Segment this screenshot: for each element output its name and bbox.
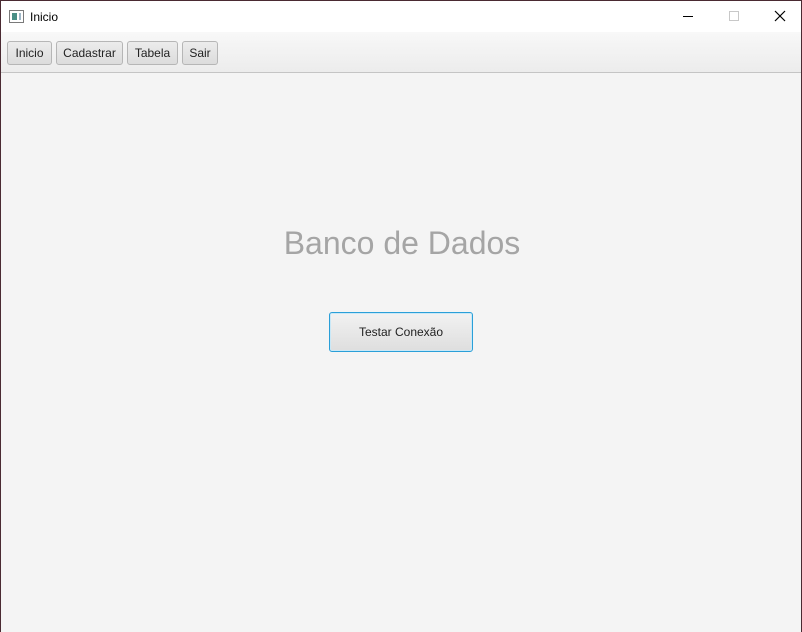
sair-button[interactable]: Sair bbox=[182, 41, 218, 65]
main-content: Banco de Dados Testar Conexão bbox=[1, 73, 801, 632]
minimize-icon bbox=[683, 16, 693, 17]
app-window: Inicio Inicio Cadastrar Tabela Sair Banc… bbox=[0, 0, 802, 632]
inicio-button[interactable]: Inicio bbox=[7, 41, 52, 65]
title-bar[interactable]: Inicio bbox=[1, 1, 801, 32]
window-title: Inicio bbox=[30, 10, 59, 24]
close-button[interactable] bbox=[757, 1, 801, 32]
page-title: Banco de Dados bbox=[283, 225, 521, 261]
maximize-button[interactable] bbox=[711, 1, 757, 32]
cadastrar-button[interactable]: Cadastrar bbox=[56, 41, 123, 65]
maximize-icon bbox=[729, 11, 739, 21]
tabela-button[interactable]: Tabela bbox=[127, 41, 178, 65]
app-window-icon bbox=[9, 10, 24, 23]
test-connection-button[interactable]: Testar Conexão bbox=[329, 312, 473, 352]
close-icon bbox=[774, 10, 786, 22]
toolbar: Inicio Cadastrar Tabela Sair bbox=[1, 32, 801, 73]
minimize-button[interactable] bbox=[665, 1, 711, 32]
